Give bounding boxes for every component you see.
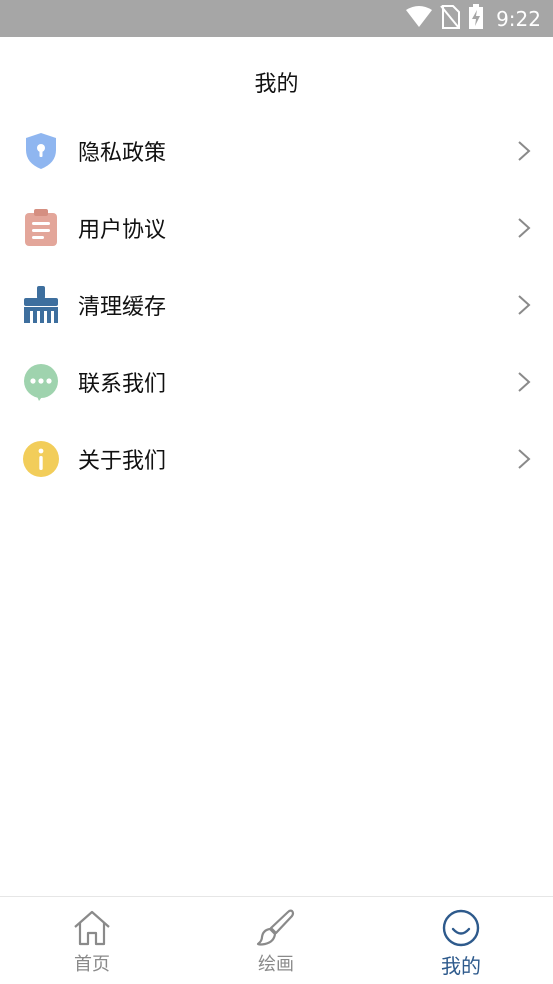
menu-item-clear-cache[interactable]: 清理缓存 xyxy=(0,266,553,343)
chevron-right-icon xyxy=(518,294,531,315)
tab-label: 绘画 xyxy=(258,954,294,975)
menu-item-label: 用户协议 xyxy=(78,217,167,243)
info-icon xyxy=(22,440,60,478)
status-bar: 9:22 xyxy=(0,0,553,37)
settings-menu: 隐私政策 用户协议 清理缓存 联系我们 关于我们 xyxy=(0,112,553,497)
chevron-right-icon xyxy=(518,140,531,161)
bottom-tab-bar: 首页 绘画 我的 xyxy=(0,896,553,984)
paintbrush-icon xyxy=(256,908,296,948)
menu-item-label: 关于我们 xyxy=(78,448,167,474)
page-title: 我的 xyxy=(254,72,299,97)
no-sim-icon xyxy=(440,4,461,33)
menu-item-user-agreement[interactable]: 用户协议 xyxy=(0,189,553,266)
menu-item-label: 联系我们 xyxy=(78,371,167,397)
chevron-right-icon xyxy=(518,217,531,238)
clipboard-icon xyxy=(22,208,60,247)
menu-item-about-us[interactable]: 关于我们 xyxy=(0,420,553,497)
menu-item-privacy-policy[interactable]: 隐私政策 xyxy=(0,112,553,189)
broom-icon xyxy=(22,285,60,324)
status-time: 9:22 xyxy=(496,6,541,31)
tab-mine[interactable]: 我的 xyxy=(401,897,521,984)
tab-label: 首页 xyxy=(74,954,110,975)
shield-lock-icon xyxy=(22,132,60,170)
wifi-icon xyxy=(406,5,433,32)
chevron-right-icon xyxy=(518,371,531,392)
smiley-icon xyxy=(441,908,481,948)
home-icon xyxy=(72,908,112,948)
chat-bubble-icon xyxy=(22,363,60,401)
menu-item-label: 清理缓存 xyxy=(78,294,167,320)
chevron-right-icon xyxy=(518,448,531,469)
tab-label: 我的 xyxy=(441,954,481,978)
battery-charging-icon xyxy=(468,3,484,34)
tab-painting[interactable]: 绘画 xyxy=(216,897,336,984)
menu-item-contact-us[interactable]: 联系我们 xyxy=(0,343,553,420)
menu-item-label: 隐私政策 xyxy=(78,140,167,166)
tab-home[interactable]: 首页 xyxy=(32,897,152,984)
